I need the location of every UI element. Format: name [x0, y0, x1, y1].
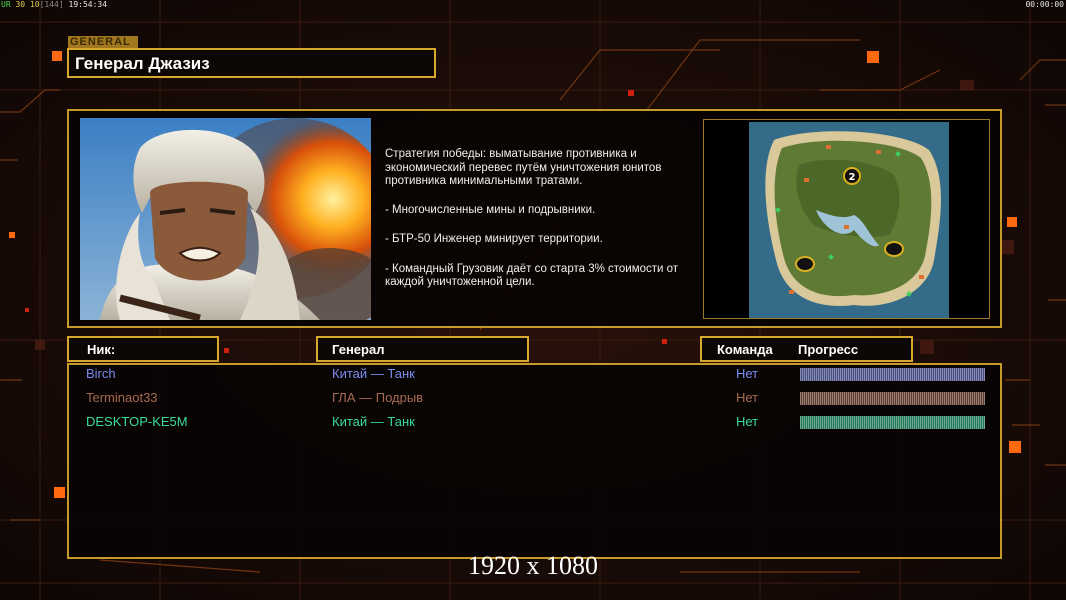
player-nick: DESKTOP-KE5M — [86, 414, 188, 429]
start-position-marker: 2 — [849, 172, 856, 183]
feature-btr: - БТР-50 Инженер минирует территории. — [385, 233, 603, 245]
player-team: Нет — [736, 390, 759, 405]
feature-truck: - Командный Грузовик даёт со старта 3% с… — [385, 262, 679, 289]
fps-limit: 10 — [29, 0, 40, 9]
general-name: Генерал Джазиз — [75, 54, 210, 73]
general-portrait — [80, 118, 371, 320]
player-general: Китай — Танк — [332, 414, 415, 429]
map-preview: 2 — [703, 119, 990, 319]
general-description: Стратегия победы: выматывание противника… — [385, 148, 697, 306]
resolution-label: 1920 x 1080 — [468, 551, 598, 580]
fps-value: 30 — [15, 0, 26, 9]
fps-counter: UR 30 10[144] 19:54:34 — [1, 0, 107, 9]
feature-mines: - Многочисленные мины и подрывники. — [385, 203, 596, 216]
progress-bar — [800, 416, 985, 429]
player-general: Китай — Танк — [332, 366, 415, 381]
player-nick: Birch — [86, 366, 116, 381]
player-general: ГЛА — Подрыв — [332, 390, 424, 405]
progress-bar — [800, 392, 985, 405]
header-team-label: Команда — [717, 342, 773, 357]
header-nick: Ник: — [67, 336, 219, 362]
general-title-box: Генерал Джазиз — [67, 48, 436, 78]
strategy-text: Стратегия победы: выматывание противника… — [385, 148, 662, 187]
header-team-progress: Команда Прогресс — [700, 336, 913, 362]
header-general-label: Генерал — [332, 342, 385, 357]
system-clock: 19:54:34 — [68, 0, 108, 9]
player-nick: Terminaot33 — [86, 390, 158, 405]
player-row: DESKTOP-KE5M Китай — Танк Нет — [0, 414, 1066, 432]
game-timer: 00:00:00 — [1025, 0, 1064, 9]
fps-label: UR — [1, 0, 11, 9]
player-team: Нет — [736, 414, 759, 429]
header-general: Генерал — [316, 336, 529, 362]
section-tag: GENERAL — [68, 36, 138, 48]
player-row: Terminaot33 ГЛА — Подрыв Нет — [0, 390, 1066, 408]
fps-extra: [144] — [39, 0, 64, 9]
progress-bar — [800, 368, 985, 381]
player-row: Birch Китай — Танк Нет — [0, 366, 1066, 384]
player-team: Нет — [736, 366, 759, 381]
header-nick-label: Ник: — [87, 342, 116, 357]
header-progress-label: Прогресс — [798, 342, 859, 357]
